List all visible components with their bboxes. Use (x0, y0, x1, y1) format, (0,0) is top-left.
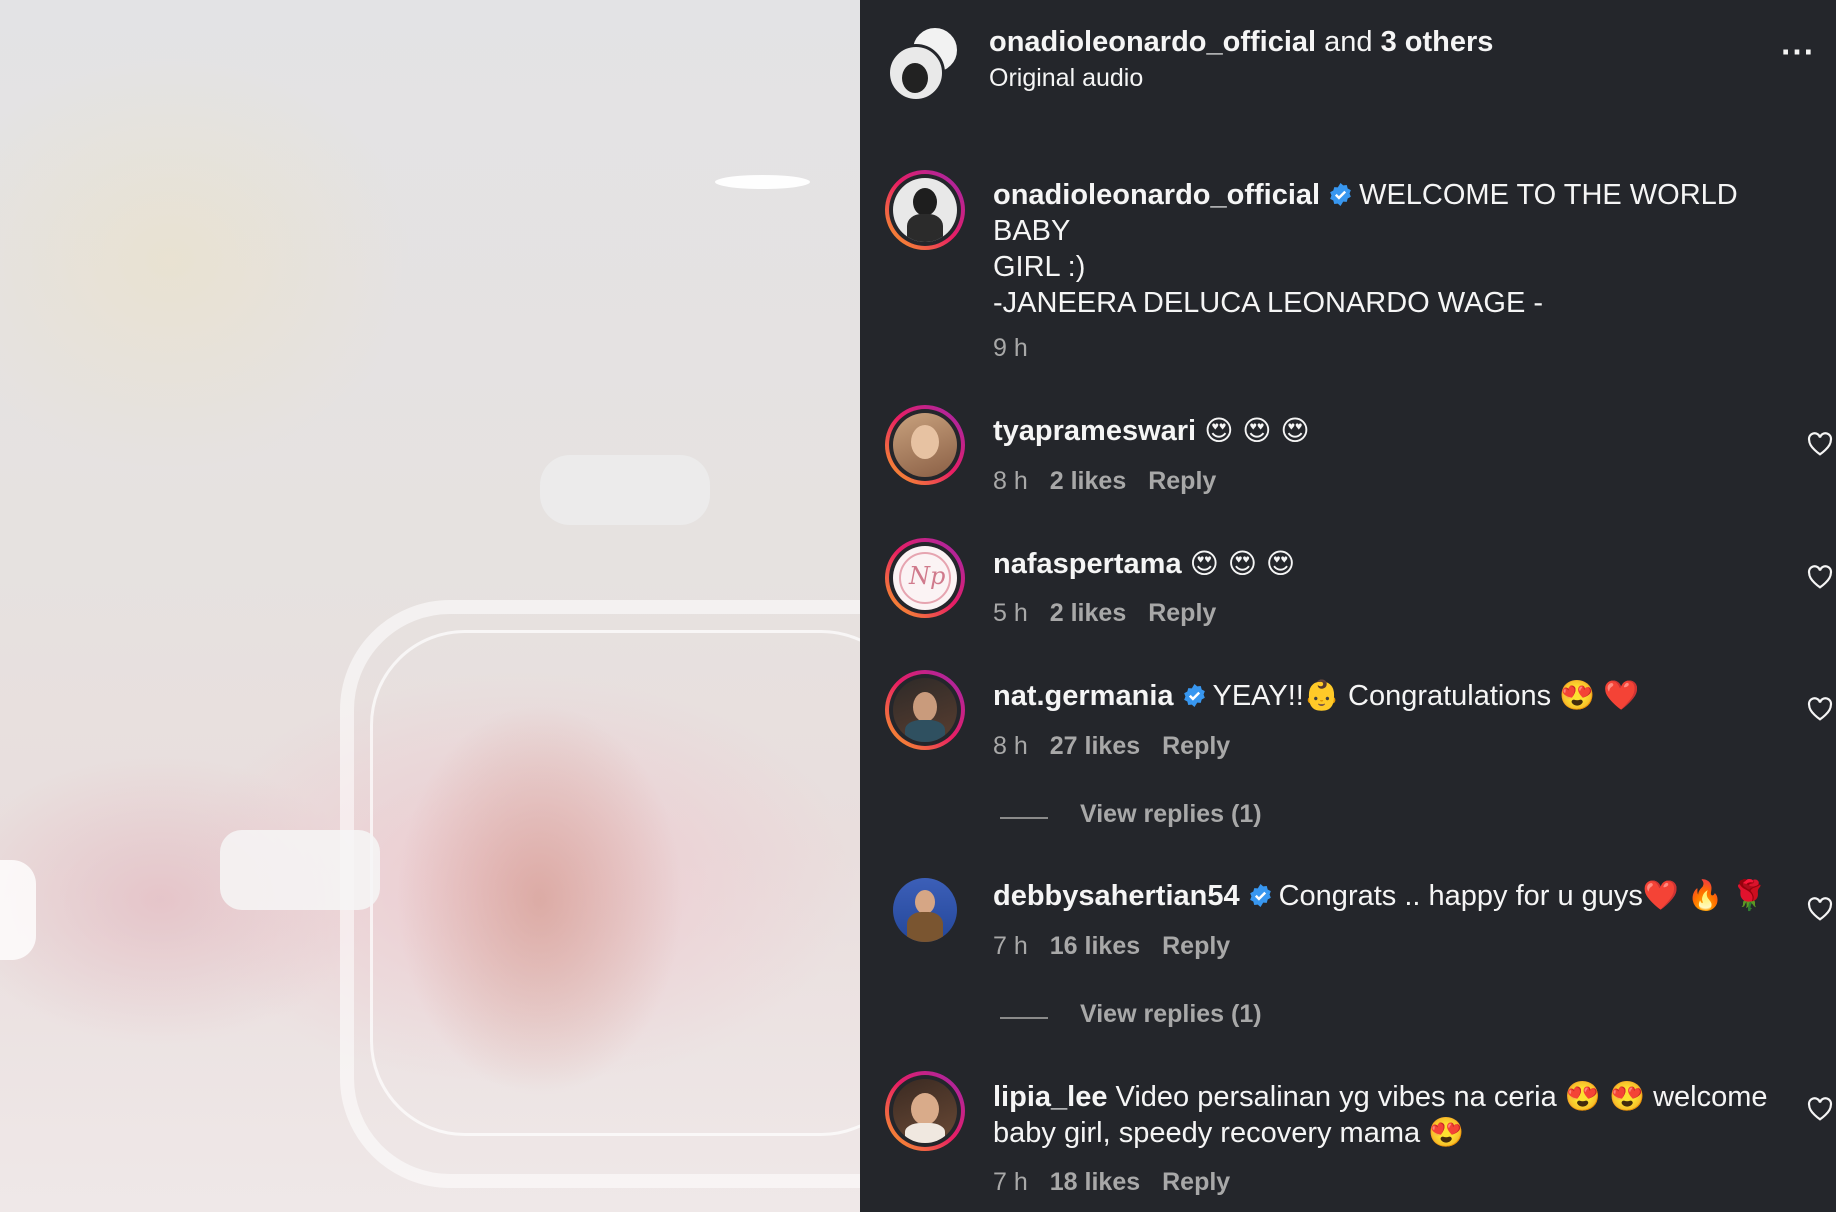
caption-username[interactable]: onadioleonardo_official (993, 179, 1320, 211)
comment-body: tyaprameswari 😍 😍 😍 (993, 413, 1310, 449)
header-and: and (1324, 26, 1373, 58)
caption-line2: GIRL :) (993, 251, 1086, 283)
comment-likes[interactable]: 27 likes (1050, 732, 1140, 760)
reply-button[interactable]: Reply (1162, 732, 1230, 760)
comment-username[interactable]: tyaprameswari (993, 415, 1196, 447)
comment-meta: 7 h 16 likes Reply (993, 932, 1252, 961)
collab-avatar-front (887, 44, 945, 102)
reply-button[interactable]: Reply (1162, 1168, 1230, 1196)
comment-body: nat.germania YEAY!!👶 Congratulations 😍 ❤️ (993, 678, 1639, 714)
comment-username[interactable]: nafaspertama (993, 548, 1182, 580)
incubator-inner-ring (370, 630, 860, 1136)
view-replies-row[interactable]: View replies (1) (1000, 1000, 1262, 1029)
verified-badge-icon (1183, 684, 1205, 707)
incubator-clip (540, 455, 710, 525)
comment-meta: 7 h 18 likes Reply (993, 1168, 1252, 1197)
video-player[interactable] (0, 0, 860, 1212)
caption-avatar[interactable] (885, 170, 965, 250)
like-heart-icon[interactable] (1807, 432, 1833, 456)
comment-likes[interactable]: 2 likes (1050, 599, 1126, 627)
reply-button[interactable]: Reply (1148, 599, 1216, 627)
comment-time: 5 h (993, 599, 1028, 627)
light-reflection (715, 175, 810, 189)
comment-username[interactable]: debbysahertian54 (993, 880, 1240, 912)
replies-divider (1000, 1016, 1048, 1019)
header-title: onadioleonardo_official and 3 others (989, 24, 1493, 60)
comment-text: Congrats .. happy for u guys❤️ 🔥 🌹 (1278, 880, 1768, 912)
comment-time: 8 h (993, 467, 1028, 495)
comment-avatar[interactable] (885, 1071, 965, 1151)
comment-avatar[interactable]: Np (885, 538, 965, 618)
view-replies-row[interactable]: View replies (1) (1000, 800, 1262, 829)
comment-time: 7 h (993, 932, 1028, 960)
replies-divider (1000, 816, 1048, 819)
verified-badge-icon (1330, 183, 1351, 206)
header-avatar[interactable] (887, 26, 959, 102)
caption-line3: -JANEERA DELUCA LEONARDO WAGE - (993, 287, 1544, 319)
comment-body: lipia_lee Video persalinan yg vibes na c… (993, 1079, 1773, 1151)
incubator-edge (0, 860, 36, 960)
view-replies-button[interactable]: View replies (1) (1080, 800, 1262, 828)
caption-timestamp: 9 h (993, 334, 1028, 362)
comment-body: debbysahertian54 Congrats .. happy for u … (993, 878, 1767, 914)
header-others[interactable]: 3 others (1381, 26, 1494, 58)
comment-likes[interactable]: 2 likes (1050, 467, 1126, 495)
like-heart-icon[interactable] (1807, 565, 1833, 589)
reply-button[interactable]: Reply (1162, 932, 1230, 960)
reply-button[interactable]: Reply (1148, 467, 1216, 495)
view-replies-button[interactable]: View replies (1) (1080, 1000, 1262, 1028)
incubator-latch (220, 830, 380, 910)
comments-panel: onadioleonardo_official and 3 others Ori… (860, 0, 1836, 1212)
comment-username[interactable]: lipia_lee (993, 1081, 1107, 1113)
comment-text-line1: Video persalinan yg vibes na ceria 😍 😍 w… (1115, 1081, 1768, 1113)
comment-avatar[interactable] (885, 405, 965, 485)
header-subtitle[interactable]: Original audio (989, 64, 1143, 93)
caption-time: 9 h (993, 334, 1050, 363)
like-heart-icon[interactable] (1807, 897, 1833, 921)
comment-text: YEAY!!👶 Congratulations 😍 ❤️ (1212, 680, 1640, 712)
comment-body: nafaspertama 😍 😍 😍 (993, 546, 1295, 582)
comment-username[interactable]: nat.germania (993, 680, 1174, 712)
like-heart-icon[interactable] (1807, 697, 1833, 721)
header-username[interactable]: onadioleonardo_official (989, 26, 1316, 58)
comment-text-line2: baby girl, speedy recovery mama 😍 (993, 1117, 1465, 1149)
comment-text: 😍 😍 😍 (1204, 414, 1310, 447)
verified-badge-icon (1249, 884, 1271, 907)
like-heart-icon[interactable] (1807, 1097, 1833, 1121)
comment-time: 7 h (993, 1168, 1028, 1196)
caption-text: onadioleonardo_official WELCOME TO THE WO… (993, 177, 1813, 285)
comment-avatar[interactable] (885, 670, 965, 750)
comment-likes[interactable]: 18 likes (1050, 1168, 1140, 1196)
comment-meta: 8 h 2 likes Reply (993, 467, 1238, 496)
comment-time: 8 h (993, 732, 1028, 760)
more-options-icon[interactable]: ⋯ (1780, 32, 1815, 72)
comment-avatar[interactable] (893, 878, 957, 942)
comment-likes[interactable]: 16 likes (1050, 932, 1140, 960)
comment-text: 😍 😍 😍 (1189, 547, 1296, 580)
comment-meta: 8 h 27 likes Reply (993, 732, 1252, 761)
comment-meta: 5 h 2 likes Reply (993, 599, 1238, 628)
